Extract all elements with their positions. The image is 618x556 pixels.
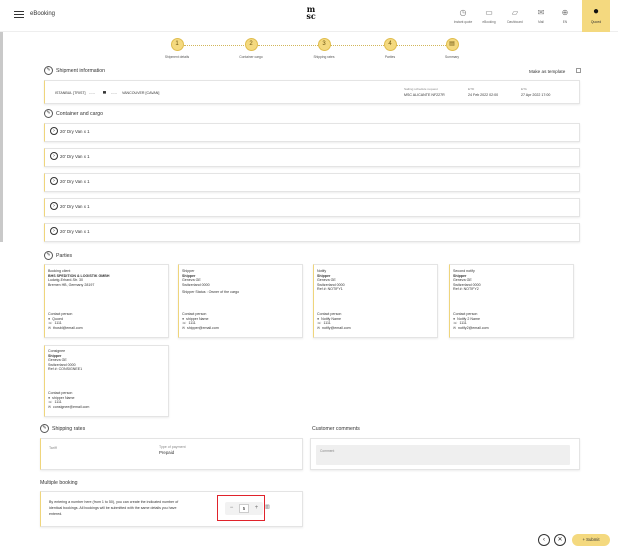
schedule-label: Sailing schedule request <box>404 87 438 91</box>
mail-icon: ✉ <box>48 325 52 330</box>
app-title: eBooking <box>30 11 56 17</box>
step-shipment-details[interactable]: 1 Shipment details <box>157 38 197 59</box>
tariff-label: Tariff <box>49 446 57 450</box>
parties-title: Parties <box>56 253 73 259</box>
step-parties[interactable]: 4 Parties <box>370 38 410 59</box>
pencil-icon[interactable]: ✎ <box>44 109 53 118</box>
container-row[interactable]: › 20' Dry Van x 1 <box>44 123 580 142</box>
close-button[interactable]: ✕ <box>554 534 566 546</box>
step-shipping-rates[interactable]: 3 Shipping rates <box>304 38 344 59</box>
make-template-label: Make as template <box>529 69 566 74</box>
cart-icon: ▭ <box>485 8 493 17</box>
origin-port: ISTANBUL [TRIST] <box>55 91 86 95</box>
shipment-card: ISTANBUL [TRIST] ----- ▀ ----- VANCOUVER… <box>44 80 580 104</box>
chevron-right-icon[interactable]: › <box>50 177 58 185</box>
make-template-checkbox[interactable] <box>576 68 581 73</box>
mail-icon: ✉ <box>182 325 186 330</box>
eta-label: ETA <box>521 87 527 91</box>
msc-logo[interactable]: m sc <box>304 5 318 26</box>
phone-icon: ☏ <box>317 321 322 326</box>
submit-button[interactable]: + Submit <box>572 534 610 546</box>
mail-icon: ✉ <box>48 404 52 409</box>
pencil-icon[interactable]: ✎ <box>44 251 53 260</box>
person-icon: ● <box>317 316 320 321</box>
etd-value: 24 Feb 2022 02:00 <box>468 93 499 97</box>
party-card-booking-client: Booking client BHS SPEDITION & LOGISTIK … <box>44 264 169 338</box>
person-icon: ● <box>453 316 456 321</box>
party-card-second-notify: Second notify Shipper Geneva GE Switzerl… <box>449 264 574 338</box>
container-row[interactable]: › 20' Dry Van x 1 <box>44 173 580 192</box>
multiple-title: Multiple booking <box>40 480 78 486</box>
highlight-box <box>217 495 265 521</box>
mail-icon: ✉ <box>317 325 321 330</box>
person-icon: ● <box>182 316 185 321</box>
step-summary[interactable]: ▤ Summary <box>432 38 472 59</box>
shipment-title: Shipment information <box>56 68 106 74</box>
user-icon: ● <box>592 6 600 17</box>
chevron-left-icon: ‹ <box>543 537 545 543</box>
rates-title: Shipping rates <box>52 426 86 432</box>
payment-value: Prepaid <box>159 450 175 455</box>
destination-port: VANCOUVER [CAVAN] <box>122 91 160 95</box>
container-row[interactable]: › 20' Dry Van x 1 <box>44 223 580 242</box>
truck-icon: ▱ <box>511 8 519 17</box>
step-container-cargo[interactable]: 2 Container cargo <box>231 38 271 59</box>
nav-instant-quote[interactable]: ◷ Instant quote <box>452 8 474 24</box>
phone-icon: ☏ <box>453 321 458 326</box>
phone-icon: ☏ <box>182 321 187 326</box>
mail-icon: ✉ <box>537 8 545 17</box>
etd-label: ETD <box>468 87 475 91</box>
comment-input[interactable]: Comment <box>316 445 570 465</box>
route-line: ----- <box>89 91 95 95</box>
phone-icon: ☏ <box>48 400 53 405</box>
container-row[interactable]: › 20' Dry Van x 1 <box>44 198 580 217</box>
route-line: ----- <box>111 91 117 95</box>
top-bar: eBooking m sc ◷ Instant quote ▭ eBooking … <box>0 0 618 32</box>
trash-icon[interactable]: ▥ <box>265 504 270 510</box>
pencil-icon[interactable]: ✎ <box>44 66 53 75</box>
menu-icon[interactable] <box>14 11 24 18</box>
party-card-notify: Notify Shipper Geneva GE Switzerland 000… <box>313 264 438 338</box>
chevron-right-icon[interactable]: › <box>50 152 58 160</box>
eta-value: 27 Apr 2022 17:00 <box>521 93 551 97</box>
party-card-consignee: Consignee Shipper Geneva GE Switzerland … <box>44 345 169 417</box>
user-menu[interactable]: ● Quoed <box>582 0 610 32</box>
close-icon: ✕ <box>557 537 563 543</box>
nav-dashboard[interactable]: ▱ Dashboard <box>504 8 526 24</box>
comments-title: Customer comments <box>312 426 360 432</box>
globe-icon: ⊕ <box>561 8 569 17</box>
party-card-shipper: Shipper Shipper Geneva GE Switzerland 00… <box>178 264 303 338</box>
nav-mail[interactable]: ✉ Mail <box>530 8 552 24</box>
nav-ebooking[interactable]: ▭ eBooking <box>478 8 500 24</box>
person-icon: ● <box>48 316 51 321</box>
mail-icon: ✉ <box>453 325 457 330</box>
stopwatch-icon: ◷ <box>459 8 467 17</box>
person-icon: ● <box>48 395 51 400</box>
chevron-right-icon[interactable]: › <box>50 127 58 135</box>
ship-icon: ▀ <box>103 90 106 96</box>
pencil-icon[interactable]: ✎ <box>40 424 49 433</box>
chevron-right-icon[interactable]: › <box>50 202 58 210</box>
container-row[interactable]: › 20' Dry Van x 1 <box>44 148 580 167</box>
phone-icon: ☏ <box>48 321 53 326</box>
scroll-indicator <box>0 32 3 242</box>
nav-language[interactable]: ⊕ EN <box>554 8 576 24</box>
back-button[interactable]: ‹ <box>538 534 550 546</box>
schedule-value: MSC ALICANTE NF227R <box>404 93 445 97</box>
payment-label: Type of payment <box>159 445 186 449</box>
chevron-right-icon[interactable]: › <box>50 227 58 235</box>
rates-card: Tariff Type of payment Prepaid <box>40 438 303 470</box>
container-title: Container and cargo <box>56 111 104 117</box>
document-icon: ▤ <box>445 38 459 51</box>
